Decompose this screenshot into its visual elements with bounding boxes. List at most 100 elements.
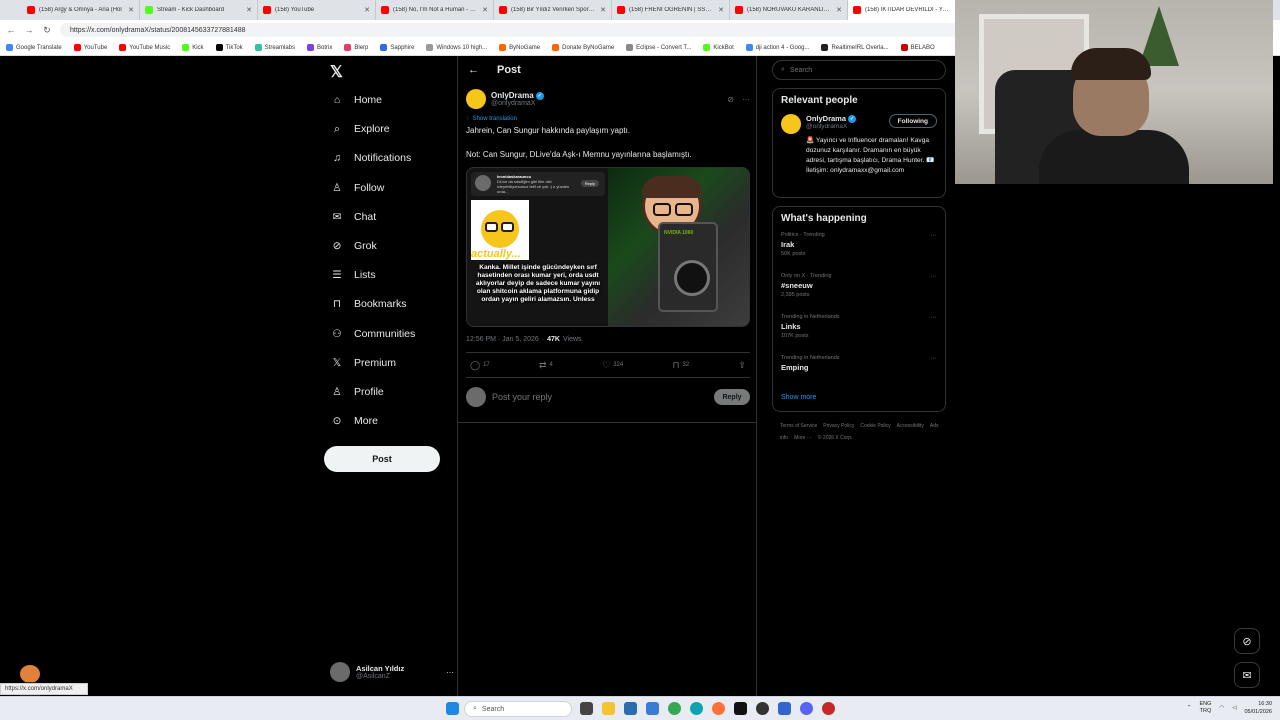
more-dots-icon[interactable]: ··· [742,95,750,104]
show-translation-link[interactable]: ◌ Show translation [466,116,750,122]
chevron-up-icon[interactable]: ⌃ [1187,705,1192,711]
clock[interactable]: 16:30 05/01/2026 [1244,700,1272,716]
bookmark-item[interactable]: BELABO [900,44,935,51]
nav-item-chat[interactable]: ✉ Chat [330,206,377,228]
bookmark-item[interactable]: Botrix [307,44,332,51]
browser-tab[interactable]: Stream - Kick Dashboard ✕ [140,0,258,20]
search-input[interactable]: Search [790,67,812,74]
more-dots-icon[interactable]: ··· [930,273,937,280]
footer-link[interactable]: Accessibility [897,423,924,429]
avatar[interactable] [781,114,801,134]
nav-item-lists[interactable]: ☰ Lists [330,264,375,286]
relevant-person-handle[interactable]: @onlydramaX [806,123,856,130]
browser-tab[interactable]: (158) NORUVAKU KARANLIK YÜZ ✕ [730,0,848,20]
mail-icon[interactable]: ✉ [1234,662,1260,688]
footer-link[interactable]: © 2026 X Corp. [818,435,853,441]
footer-link[interactable]: Cookie Policy [860,423,890,429]
bookmark-item[interactable]: ByNoGame [499,44,540,51]
nav-item-home[interactable]: ⌂ Home [330,89,382,111]
bookmark-item[interactable]: KickBot [703,44,734,51]
nav-item-grok[interactable]: ⊘ Grok [330,235,377,257]
bookmark-item[interactable]: Kick [182,44,204,51]
discord-icon[interactable] [800,702,813,715]
wifi-icon[interactable]: ◠ [1219,705,1224,711]
search-box[interactable]: ⌕ Search [772,60,946,80]
close-icon[interactable]: ✕ [364,6,370,14]
more-dots-icon[interactable]: ··· [930,232,937,239]
close-icon[interactable]: ✕ [482,6,488,14]
firefox-icon[interactable] [712,702,725,715]
browser-tab[interactable]: (158) Argy & Omnya - Aria (Hol ✕ [22,0,140,20]
footer-link[interactable]: Terms of Service [780,423,817,429]
browser-tab[interactable]: (158) No, I'm Not a Human - Offic ✕ [376,0,494,20]
tweet-media[interactable]: leonidaskarauncu DLive da sdsdiğim gibi … [466,167,750,327]
post-button[interactable]: Post [324,446,440,472]
bookmark-item[interactable]: YouTube Music [119,44,170,51]
close-icon[interactable]: ✕ [128,6,134,14]
account-switcher[interactable]: Asilcan Yıldız @AsilcanZ ··· [330,660,454,684]
bookmark-item[interactable]: TikTok [215,44,243,51]
footer-link[interactable]: Privacy Policy [823,423,854,429]
streaming-app-icon[interactable] [778,702,791,715]
obs-icon[interactable] [756,702,769,715]
close-icon[interactable]: ✕ [246,6,252,14]
forward-arrow-icon[interactable]: → [24,25,34,35]
speaker-icon[interactable]: ◁ [1232,705,1236,711]
file-explorer-icon[interactable] [602,702,615,715]
bookmark-item[interactable]: Sapphire [380,44,414,51]
taskbar-search[interactable]: ⌕ Search [464,701,572,717]
more-dots-icon[interactable]: ··· [930,314,937,321]
nav-item-bookmarks[interactable]: ⊓ Bookmarks [330,293,407,315]
back-arrow-icon[interactable]: ← [468,64,479,76]
nav-item-communities[interactable]: ⚇ Communities [330,323,415,345]
bookmark-item[interactable]: RealtimeIRL Overla... [821,44,889,51]
browser-tab[interactable]: (158) YouTube ✕ [258,0,376,20]
app-icon[interactable] [646,702,659,715]
reply-input[interactable] [492,392,708,402]
trend-item[interactable]: Trending in Netherlands Links 107K posts ··… [781,314,937,345]
edge-icon[interactable] [690,702,703,715]
browser-tab[interactable]: (158) Bir Yıldız Verirken Spor Salonu ✕ [494,0,612,20]
bookmark-item[interactable]: Blerp [344,44,368,51]
browser-tab[interactable]: (158) İKTİDAR DEVRİLDİ - YouTu✕ [848,0,966,20]
bookmark-item[interactable]: Donate ByNoGame [552,44,614,51]
bookmark-item[interactable]: Eclipse - Convert T... [626,44,691,51]
repost-action[interactable]: ⇄ 4 [539,360,553,371]
reply-action[interactable]: ◯ 17 [470,360,490,371]
nav-item-notifications[interactable]: ♫ Notifications [330,147,411,169]
share-action[interactable]: ⇪ [738,360,746,371]
bookmark-item[interactable]: YouTube [73,44,107,51]
store-icon[interactable] [624,702,637,715]
nav-item-follow[interactable]: ♙ Follow [330,177,384,199]
close-icon[interactable]: ✕ [718,6,724,14]
nav-item-profile[interactable]: ♙ Profile [330,381,383,403]
recording-app-icon[interactable] [822,702,835,715]
following-button[interactable]: Following [888,114,937,128]
tweet-author-handle[interactable]: @onlydramaX [491,100,544,107]
grok-icon[interactable]: ⊘ [1234,628,1260,654]
x-logo-icon[interactable]: 𝕏 [330,62,343,82]
more-dots-icon[interactable]: ··· [930,355,937,362]
grok-icon[interactable]: ⊘ [727,95,734,104]
close-icon[interactable]: ✕ [600,6,606,14]
task-view-icon[interactable] [580,702,593,715]
more-dots-icon[interactable]: ··· [446,668,454,677]
close-icon[interactable]: ✕ [836,6,842,14]
nav-item-premium[interactable]: 𝕏 Premium [330,352,396,374]
windows-start-icon[interactable] [446,702,459,715]
bookmark-item[interactable]: Windows 10 high... [426,44,487,51]
trend-item[interactable]: Politics · Trending Irak 50K posts ··· [781,232,937,263]
bookmark-action[interactable]: ⊓ 32 [672,360,689,371]
trend-item[interactable]: Only on X · Trending #sneeuw 2,395 posts ··… [781,273,937,304]
chrome-icon[interactable] [668,702,681,715]
nav-item-explore[interactable]: ⌕ Explore [330,118,390,140]
tweet-author-name[interactable]: OnlyDrama [491,91,534,100]
like-action[interactable]: ♡ 324 [602,360,623,371]
bookmark-item[interactable]: Google Translate [6,44,62,51]
tweet-timestamp[interactable]: 12:56 PM · Jan 5, 2026 [466,336,539,343]
browser-tab[interactable]: (158) FRENİ ÖĞRENİN | SSnider | ✕ [612,0,730,20]
avatar[interactable] [466,89,486,109]
back-arrow-icon[interactable]: ← [6,25,16,35]
reply-button[interactable]: Reply [714,389,750,405]
reload-icon[interactable]: ↻ [42,25,52,36]
